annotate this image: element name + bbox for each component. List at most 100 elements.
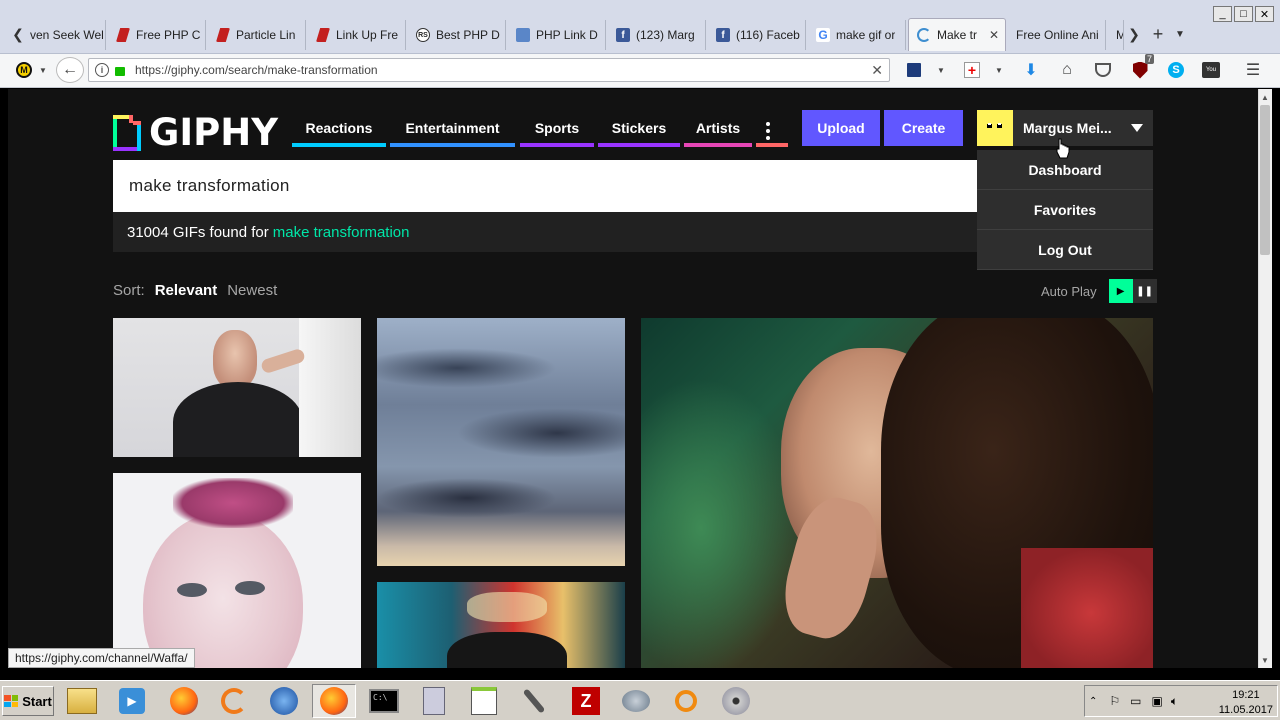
network-tool-icon[interactable]: [614, 684, 658, 718]
notepad-plus-icon[interactable]: [462, 684, 506, 718]
browser-tab[interactable]: ven Seek Wel: [26, 20, 106, 50]
nav-entertainment[interactable]: Entertainment: [390, 120, 515, 136]
scrollbar-thumb[interactable]: [1260, 105, 1270, 255]
volume-icon[interactable]: 🔈︎: [1171, 694, 1178, 709]
addon-m-icon[interactable]: M: [14, 60, 34, 80]
giphy-logo[interactable]: GIPHY: [113, 111, 278, 154]
dropdown-item-favorites[interactable]: Favorites: [977, 190, 1153, 230]
media-player-icon[interactable]: ▶: [110, 684, 154, 718]
tab-list-dropdown-icon[interactable]: ▼: [1172, 22, 1188, 46]
status-url: https://giphy.com/channel/Waffa/: [8, 648, 195, 668]
windows-logo-icon: [4, 695, 19, 707]
start-button[interactable]: Start: [2, 686, 54, 716]
browser-tab[interactable]: Particle Lin: [208, 20, 306, 50]
upload-button[interactable]: Upload: [802, 110, 880, 146]
create-button[interactable]: Create: [884, 110, 963, 146]
scroll-up-icon[interactable]: ▲: [1258, 90, 1272, 104]
save-dropdown-chevron-down-icon[interactable]: ▼: [934, 60, 948, 80]
browser-tab[interactable]: Free Online Ani: [1008, 20, 1106, 50]
info-icon[interactable]: i: [95, 63, 109, 77]
desktop: _ □ ✕ ❮ ven Seek Wel Free PHP C Particle L…: [0, 0, 1280, 720]
dropdown-item-log-out[interactable]: Log Out: [977, 230, 1153, 270]
sort-relevant-option[interactable]: Relevant: [155, 282, 218, 299]
hamburger-menu-icon[interactable]: ☰: [1242, 60, 1264, 80]
more-menu-icon[interactable]: [756, 122, 780, 140]
tab-label: (116) Faceb: [736, 28, 800, 42]
downloads-icon[interactable]: ⬇: [1020, 60, 1042, 80]
file-manager-icon[interactable]: [60, 684, 104, 718]
tab-label: Make tr: [937, 28, 978, 42]
minimize-button[interactable]: _: [1213, 6, 1232, 22]
search-magnifier-icon[interactable]: [664, 684, 708, 718]
nav-artists[interactable]: Artists: [684, 120, 752, 136]
browser-tab[interactable]: RS Best PHP D: [408, 20, 506, 50]
username[interactable]: Margus Mei...: [1023, 120, 1119, 136]
pause-icon[interactable]: ❚❚: [1132, 279, 1157, 303]
nav-stickers[interactable]: Stickers: [598, 120, 680, 136]
new-tab-button[interactable]: +: [1150, 22, 1166, 46]
tab-scroll-left-icon[interactable]: ❮: [10, 22, 26, 46]
search-input[interactable]: make transformation: [113, 160, 977, 212]
firefox-icon[interactable]: [162, 684, 206, 718]
save-icon[interactable]: [904, 60, 924, 80]
nav-underline: [598, 143, 680, 147]
home-icon[interactable]: ⌂: [1056, 60, 1078, 80]
tray-expand-chevron-up-icon[interactable]: ⌃: [1089, 696, 1097, 707]
nav-sports[interactable]: Sports: [520, 120, 594, 136]
browser-tab[interactable]: f (116) Faceb: [708, 20, 806, 50]
tab-scroll-right-icon[interactable]: ❯: [1126, 22, 1142, 46]
browser-nav-bar: M ▼ ← i https://giphy.com/search/make-tr…: [0, 54, 1280, 88]
avatar[interactable]: [977, 110, 1013, 146]
gif-tile[interactable]: [113, 318, 361, 457]
flag-icon[interactable]: ⚐: [1109, 694, 1120, 708]
first-aid-icon[interactable]: +: [962, 60, 982, 80]
address-bar[interactable]: i https://giphy.com/search/make-transfor…: [88, 58, 890, 82]
close-window-button[interactable]: ✕: [1255, 6, 1274, 22]
browser-tab[interactable]: M: [1108, 20, 1124, 50]
calculator-icon[interactable]: [412, 684, 456, 718]
microphone-icon[interactable]: [512, 684, 556, 718]
firefox-active-icon[interactable]: [312, 684, 356, 718]
nav-underline: [684, 143, 752, 147]
youtube-icon[interactable]: You: [1200, 60, 1222, 80]
play-icon[interactable]: ▶: [1108, 279, 1133, 303]
browser-tab[interactable]: f (123) Marg: [608, 20, 706, 50]
results-count: 31004 GIFs found for: [127, 223, 269, 241]
browser-tab[interactable]: Gmake gif or: [808, 20, 906, 50]
maximize-button[interactable]: □: [1234, 6, 1253, 22]
tab-label: (123) Marg: [636, 28, 695, 42]
clear-url-icon[interactable]: ✕: [871, 62, 883, 79]
browser-tab[interactable]: Free PHP C: [108, 20, 206, 50]
browser-tab[interactable]: Make tr ✕: [908, 18, 1006, 51]
back-arrow-icon[interactable]: ←: [56, 57, 84, 83]
browser-tab[interactable]: Link Up Fre: [308, 20, 406, 50]
ublock-icon[interactable]: 7: [1128, 54, 1154, 80]
command-prompt-icon[interactable]: C:\: [362, 684, 406, 718]
network-icon[interactable]: ▣: [1152, 694, 1163, 708]
results-term-link[interactable]: make transformation: [273, 224, 410, 241]
gif-tile[interactable]: [377, 582, 625, 668]
user-menu-chevron-down-icon[interactable]: [1131, 124, 1143, 132]
scroll-down-icon[interactable]: ▼: [1258, 653, 1272, 667]
filezilla-icon[interactable]: Z: [564, 684, 608, 718]
sort-newest-option[interactable]: Newest: [227, 282, 277, 299]
addon-dropdown-chevron-down-icon[interactable]: ▼: [992, 60, 1006, 80]
nav-reactions[interactable]: Reactions: [292, 120, 386, 136]
tray-app-icon[interactable]: ▭: [1130, 694, 1141, 708]
url-text[interactable]: https://giphy.com/search/make-transforma…: [135, 63, 378, 77]
browser-tab[interactable]: PHP Link D: [508, 20, 606, 50]
addon-menu-chevron-down-icon[interactable]: ▼: [36, 60, 50, 80]
disc-icon[interactable]: [714, 684, 758, 718]
gif-tile[interactable]: [377, 318, 625, 566]
autoplay-control: Auto Play ▶ ❚❚: [1041, 279, 1157, 303]
facebook-icon: f: [716, 28, 730, 42]
clock[interactable]: 19:21 11.05.2017: [1219, 686, 1273, 718]
gif-tile[interactable]: [113, 473, 361, 668]
close-tab-icon[interactable]: ✕: [989, 28, 999, 42]
gif-tile[interactable]: [641, 318, 1153, 668]
tab-label: make gif or: [836, 28, 896, 42]
avast-icon[interactable]: [212, 684, 256, 718]
thunderbird-icon[interactable]: [262, 684, 306, 718]
skype-icon[interactable]: S: [1166, 60, 1186, 80]
pocket-icon[interactable]: [1092, 60, 1114, 80]
